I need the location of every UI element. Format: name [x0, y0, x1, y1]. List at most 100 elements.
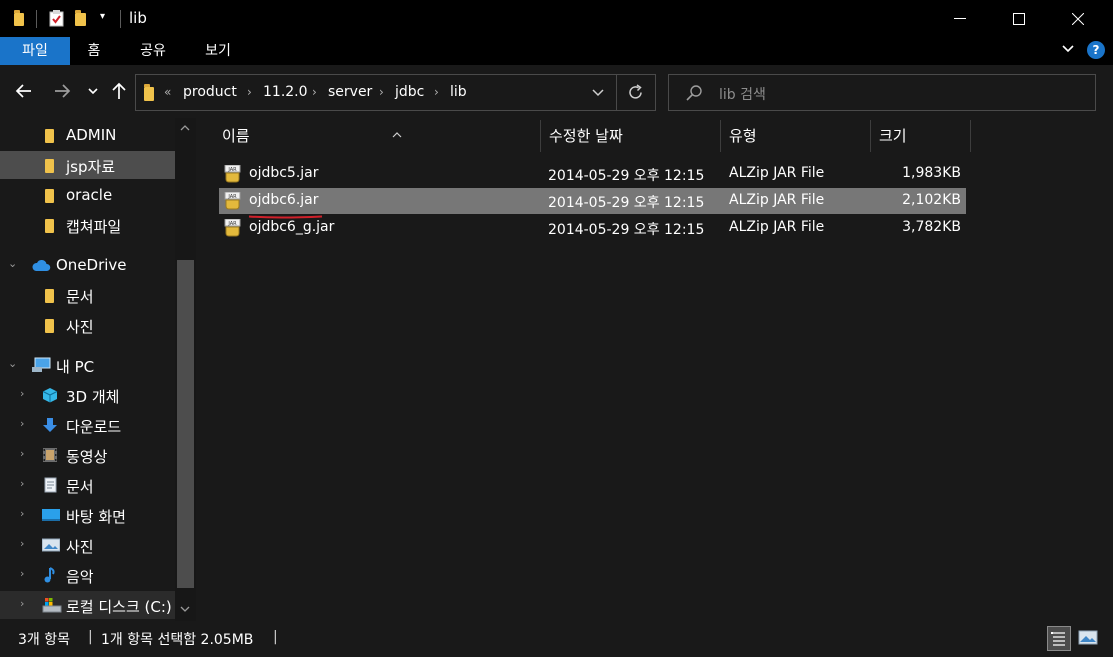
- sidebar-item-captures[interactable]: 캡쳐파일: [0, 211, 175, 239]
- sidebar-item-pictures[interactable]: › 사진: [0, 531, 175, 559]
- column-header-type[interactable]: 유형: [721, 120, 871, 152]
- status-bar: 3개 항목 | 1개 항목 선택함 2.05MB |: [0, 621, 1113, 657]
- close-button[interactable]: [1055, 0, 1101, 37]
- sidebar-item-jsp[interactable]: jsp자료: [0, 151, 175, 179]
- chevron-right-icon[interactable]: ›: [20, 537, 24, 550]
- tab-view[interactable]: 보기: [196, 37, 240, 65]
- sidebar-item-label: 다운로드: [66, 418, 122, 436]
- chevron-right-icon: ›: [379, 85, 384, 99]
- breadcrumb-product[interactable]: product: [183, 84, 237, 100]
- large-icons-view-button[interactable]: [1077, 626, 1101, 651]
- scroll-down-icon[interactable]: [179, 604, 191, 617]
- breadcrumb-lib[interactable]: lib: [450, 84, 467, 100]
- scroll-up-icon[interactable]: [179, 123, 191, 136]
- chevron-right-icon[interactable]: ›: [20, 477, 24, 490]
- sidebar-item-3d-objects[interactable]: › 3D 개체: [0, 381, 175, 409]
- table-row[interactable]: JAR ojdbc5.jar 2014-05-29 오후 12:15 ALZip…: [219, 161, 966, 187]
- title-bar: ▾ lib: [0, 0, 1113, 37]
- chevron-right-icon[interactable]: ›: [20, 507, 24, 520]
- column-header-modified[interactable]: 수정한 날짜: [541, 120, 721, 152]
- recent-locations-button[interactable]: [86, 81, 100, 105]
- cloud-icon: [31, 259, 51, 276]
- sidebar-item-music[interactable]: › 음악: [0, 561, 175, 589]
- breadcrumb-jdbc[interactable]: jdbc: [395, 84, 424, 100]
- up-button[interactable]: [110, 81, 128, 105]
- chevron-right-icon[interactable]: ›: [20, 387, 24, 400]
- navigation-pane: ADMIN jsp자료 oracle 캡쳐파일 ⌄ OneDrive 문서 사진…: [0, 118, 196, 621]
- minimize-button[interactable]: [937, 0, 983, 37]
- sidebar-item-label: 내 PC: [56, 358, 95, 376]
- picture-icon: [41, 537, 61, 553]
- search-box[interactable]: lib 검색: [668, 74, 1096, 111]
- sidebar-item-label: oracle: [66, 186, 113, 204]
- sidebar-item-onedrive-pictures[interactable]: 사진: [0, 311, 175, 339]
- sidebar-item-oracle[interactable]: oracle: [0, 181, 175, 209]
- folder-icon: [42, 127, 58, 143]
- sidebar-item-desktop[interactable]: › 바탕 화면: [0, 501, 175, 529]
- sidebar-item-onedrive[interactable]: ⌄ OneDrive: [0, 251, 175, 279]
- file-name: ojdbc6.jar: [249, 192, 319, 208]
- sidebar-item-label: 동영상: [66, 448, 108, 466]
- sidebar-item-videos[interactable]: › 동영상: [0, 441, 175, 469]
- column-label: 이름: [222, 127, 250, 145]
- video-icon: [42, 447, 58, 463]
- file-type: ALZip JAR File: [729, 165, 825, 181]
- chevron-down-icon[interactable]: ⌄: [8, 257, 17, 270]
- desktop-icon: [42, 507, 60, 523]
- tab-share[interactable]: 공유: [130, 37, 176, 65]
- cube-icon: [42, 387, 58, 403]
- svg-text:JAR: JAR: [227, 221, 237, 227]
- table-row-selected[interactable]: JAR ojdbc6.jar 2014-05-29 오후 12:15 ALZip…: [219, 188, 966, 219]
- back-button[interactable]: [14, 81, 34, 105]
- scroll-thumb[interactable]: [177, 260, 194, 588]
- tab-file[interactable]: 파일: [0, 37, 70, 65]
- address-dropdown-icon[interactable]: [591, 85, 605, 103]
- sidebar-item-label: 사진: [66, 538, 94, 556]
- divider: |: [273, 629, 278, 645]
- column-header-name[interactable]: 이름: [214, 120, 541, 152]
- search-icon: [685, 84, 703, 106]
- sidebar-item-admin[interactable]: ADMIN: [0, 121, 175, 149]
- column-header-size[interactable]: 크기: [871, 120, 971, 152]
- expand-ribbon-icon[interactable]: [1061, 41, 1075, 59]
- sidebar-item-local-disk[interactable]: › 로컬 디스크 (C:): [0, 591, 175, 619]
- breadcrumb-server[interactable]: server: [328, 84, 372, 100]
- chevron-right-icon[interactable]: ›: [20, 447, 24, 460]
- tab-home[interactable]: 홈: [76, 37, 112, 65]
- divider: [120, 10, 121, 28]
- sidebar-item-label: 바탕 화면: [66, 508, 126, 526]
- download-icon: [42, 417, 58, 433]
- folder-icon: [142, 84, 156, 101]
- file-type: ALZip JAR File: [729, 192, 825, 208]
- table-row[interactable]: JAR ojdbc6_g.jar 2014-05-29 오후 12:15 ALZ…: [219, 215, 966, 241]
- new-folder-icon[interactable]: [73, 10, 87, 26]
- forward-button[interactable]: [52, 81, 72, 105]
- sidebar-item-downloads[interactable]: › 다운로드: [0, 411, 175, 439]
- sidebar-item-label: 문서: [66, 288, 94, 306]
- folder-icon: [42, 287, 58, 303]
- help-icon[interactable]: ?: [1087, 41, 1105, 59]
- address-bar[interactable]: « product › 11.2.0 › server › jdbc › lib: [135, 74, 656, 111]
- sidebar-item-label: 사진: [66, 318, 94, 336]
- breadcrumb-version[interactable]: 11.2.0: [263, 84, 308, 100]
- item-count: 3개 항목: [18, 632, 70, 648]
- chevron-right-icon[interactable]: ›: [20, 567, 24, 580]
- chevron-right-icon: ›: [247, 85, 252, 99]
- details-view-button[interactable]: [1047, 626, 1071, 651]
- sidebar-item-this-pc[interactable]: ⌄ 내 PC: [0, 351, 175, 379]
- maximize-button[interactable]: [996, 0, 1042, 37]
- chevron-right-icon[interactable]: ›: [20, 417, 24, 430]
- customize-toolbar-icon[interactable]: ▾: [100, 11, 105, 22]
- sidebar-item-label: 문서: [66, 478, 94, 496]
- search-input[interactable]: lib 검색: [719, 84, 766, 104]
- properties-icon[interactable]: [48, 10, 65, 27]
- svg-text:JAR: JAR: [227, 194, 237, 200]
- sidebar-item-onedrive-documents[interactable]: 문서: [0, 281, 175, 309]
- chevron-down-icon[interactable]: ⌄: [8, 357, 17, 370]
- sidebar-item-documents[interactable]: › 문서: [0, 471, 175, 499]
- divider: [36, 10, 37, 28]
- overflow-chevron[interactable]: «: [164, 85, 171, 99]
- folder-icon: [42, 187, 58, 203]
- chevron-right-icon[interactable]: ›: [20, 597, 24, 610]
- refresh-icon[interactable]: [627, 84, 644, 105]
